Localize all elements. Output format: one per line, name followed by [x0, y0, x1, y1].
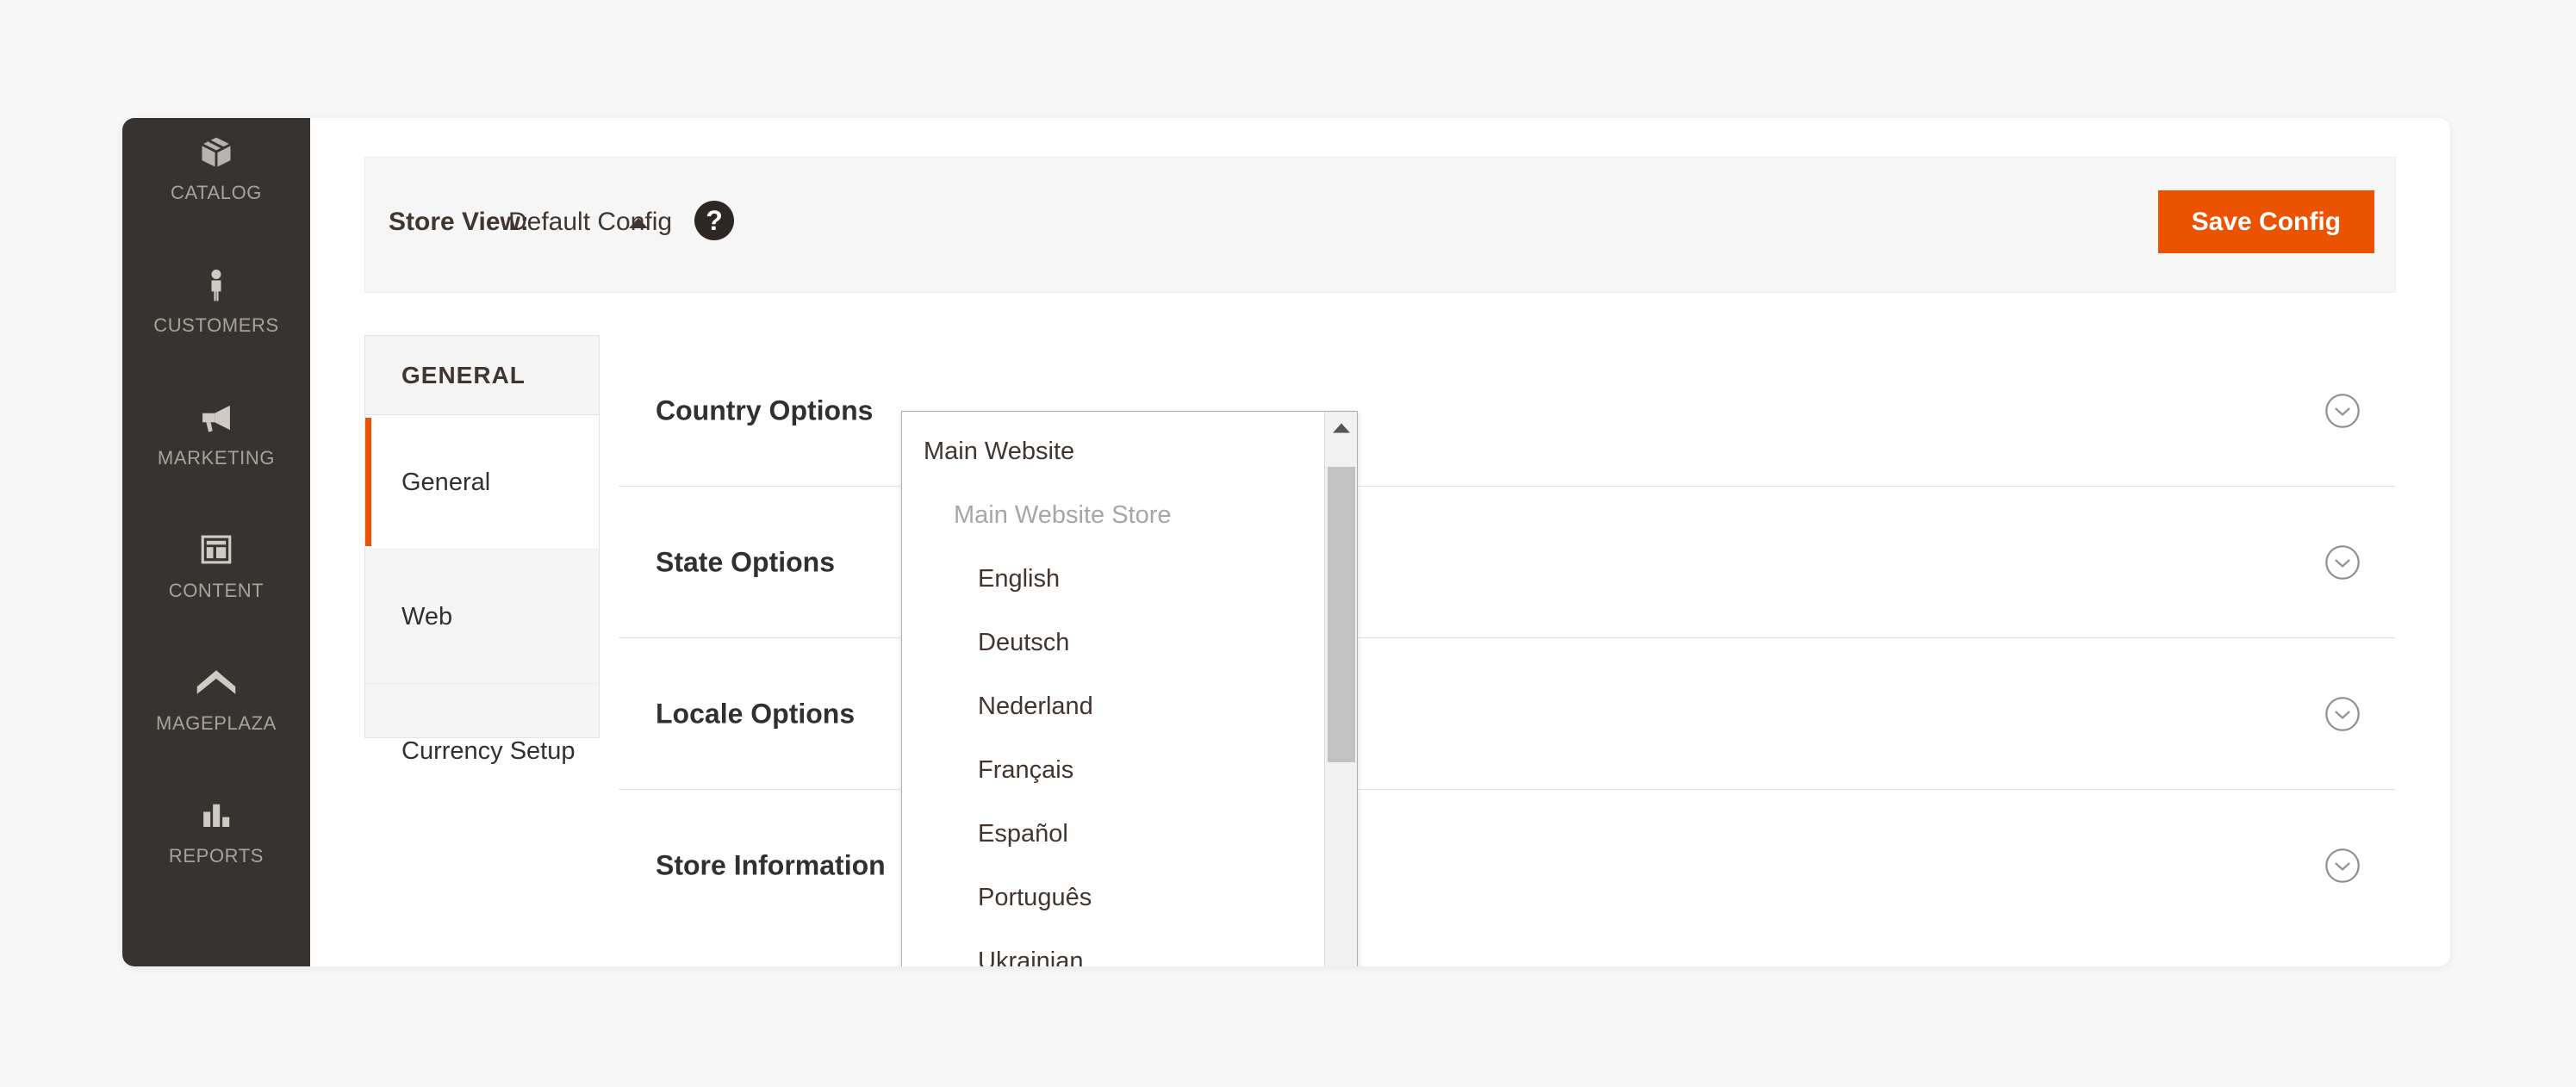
config-section-nav: GENERAL General Web Currency Setup [364, 335, 600, 765]
sidebar-item-label: CATALOG [170, 182, 263, 203]
sidebar-item-label: MARKETING [157, 447, 276, 469]
admin-work-area: Store View: Default Config ? Save Config… [310, 118, 2450, 966]
sidebar-item-catalog[interactable]: CATALOG [122, 134, 310, 204]
config-sections-panel: Country Options State Options Locale Opt… [619, 335, 2395, 941]
sidebar-item-label: CONTENT [168, 580, 264, 601]
chevron-down-circle-icon[interactable] [2324, 392, 2361, 430]
config-nav-item-currency-setup[interactable]: Currency Setup [365, 684, 599, 818]
store-switcher-option-deutsch[interactable]: Deutsch [902, 611, 1322, 674]
store-switcher-option-main-website[interactable]: Main Website [902, 419, 1322, 483]
store-switcher-option-english[interactable]: English [902, 547, 1322, 611]
config-section-store-information[interactable]: Store Information [619, 790, 2395, 941]
sidebar-item-content[interactable]: CONTENT [122, 531, 310, 602]
store-switcher-dropdown: Main Website Main Website Store English … [901, 411, 1358, 966]
question-mark-icon[interactable]: ? [694, 201, 734, 240]
store-view-bar: Store View: Default Config ? Save Config [364, 157, 2396, 293]
config-section-title: Country Options [656, 394, 874, 425]
app-root: CATALOG CUSTOMERS MARKETING CONTENT MAGE… [0, 0, 2576, 1087]
sidebar-item-customers[interactable]: CUSTOMERS [122, 266, 310, 337]
box-icon [122, 134, 310, 180]
config-section-title: State Options [656, 546, 836, 577]
bar-chart-icon [122, 797, 310, 843]
config-section-state-options[interactable]: State Options [619, 487, 2395, 638]
layout-icon [122, 531, 310, 578]
sidebar-item-marketing[interactable]: MARKETING [122, 399, 310, 469]
config-nav-group-title: GENERAL [365, 336, 599, 415]
sidebar-item-label: MAGEPLAZA [156, 712, 277, 734]
scroll-up-arrow-icon[interactable] [1325, 413, 1357, 443]
store-switcher-option-list: Main Website Main Website Store English … [902, 412, 1322, 966]
sidebar-item-reports[interactable]: REPORTS [122, 797, 310, 867]
caret-up-icon[interactable] [629, 218, 648, 228]
config-nav-item-general[interactable]: General [365, 415, 599, 550]
config-section-title: Locale Options [656, 698, 856, 729]
store-switcher-group-main-website-store: Main Website Store [954, 501, 1172, 529]
admin-sidebar: CATALOG CUSTOMERS MARKETING CONTENT MAGE… [122, 118, 310, 966]
chevron-up-badge-icon [122, 664, 310, 711]
chevron-down-circle-icon[interactable] [2324, 695, 2361, 733]
sidebar-item-label: REPORTS [168, 845, 264, 866]
config-section-locale-options[interactable]: Locale Options [619, 638, 2395, 790]
config-nav-item-label: Web [401, 603, 453, 630]
save-config-button[interactable]: Save Config [2157, 190, 2374, 253]
store-switcher-scrollbar[interactable] [1324, 412, 1357, 966]
config-section-title: Store Information [656, 849, 886, 881]
scrollbar-thumb[interactable] [1328, 467, 1355, 762]
admin-panel-card: CATALOG CUSTOMERS MARKETING CONTENT MAGE… [122, 118, 2450, 966]
megaphone-icon [122, 399, 310, 445]
config-nav-item-label: Currency Setup [401, 737, 576, 765]
store-switcher-option-francais[interactable]: Français [902, 738, 1322, 802]
config-nav-item-web[interactable]: Web [365, 550, 599, 684]
chevron-down-circle-icon[interactable] [2324, 544, 2361, 581]
store-switcher-option-nederland[interactable]: Nederland [902, 674, 1322, 738]
config-section-country-options[interactable]: Country Options [619, 335, 2395, 487]
store-switcher-option-espanol[interactable]: Español [902, 802, 1322, 866]
chevron-down-circle-icon[interactable] [2324, 847, 2361, 885]
sidebar-item-mageplaza[interactable]: MAGEPLAZA [122, 664, 310, 735]
store-switcher-option-portugues[interactable]: Português [902, 866, 1322, 929]
person-icon [122, 266, 310, 313]
sidebar-item-label: CUSTOMERS [153, 314, 279, 336]
config-nav-item-label: General [401, 469, 491, 496]
store-switcher-option-ukrainian[interactable]: Ukrainian [902, 929, 1322, 966]
